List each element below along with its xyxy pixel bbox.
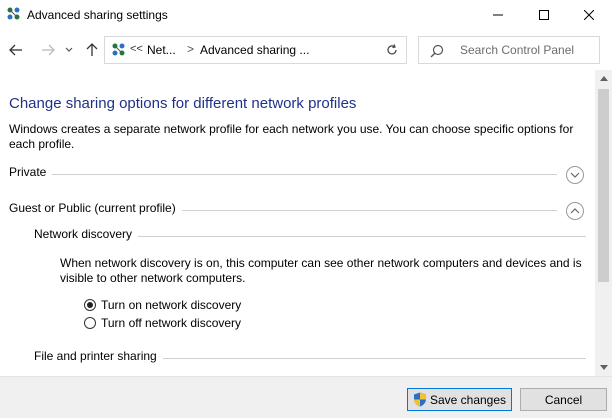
minimize-icon	[493, 14, 503, 16]
turn-off-discovery-option[interactable]: Turn off network discovery	[84, 315, 241, 331]
scroll-up-button[interactable]	[595, 70, 612, 87]
save-changes-button[interactable]: Save changes	[407, 388, 512, 411]
expand-private-button[interactable]	[566, 166, 584, 184]
page-description: Windows creates a separate network profi…	[9, 122, 574, 151]
save-changes-label: Save changes	[429, 392, 507, 407]
turn-on-discovery-radio[interactable]	[84, 299, 96, 311]
cancel-label: Cancel	[544, 392, 583, 407]
minimize-button[interactable]	[475, 0, 521, 30]
close-icon	[584, 10, 594, 20]
network-discovery-heading: Network discovery	[34, 227, 139, 241]
navigation-bar: << Net... > Advanced sharing ... Search …	[0, 30, 612, 70]
turn-off-discovery-label[interactable]: Turn off network discovery	[101, 316, 241, 330]
up-button[interactable]	[82, 40, 102, 60]
maximize-button[interactable]	[521, 0, 567, 30]
search-box[interactable]: Search Control Panel	[418, 36, 600, 64]
breadcrumb-advanced-sharing[interactable]: Advanced sharing ...	[200, 43, 309, 57]
address-bar[interactable]: << Net... > Advanced sharing ...	[104, 36, 464, 64]
arrow-up-icon	[86, 43, 98, 56]
address-overflow-button[interactable]: <<	[130, 43, 143, 55]
scroll-down-button[interactable]	[595, 359, 612, 376]
scroll-down-icon	[599, 365, 608, 370]
network-discovery-header: Network discovery	[34, 227, 586, 247]
arrow-right-icon	[42, 44, 55, 56]
scrollbar-thumb[interactable]	[598, 89, 609, 282]
back-button[interactable]	[6, 40, 26, 60]
page-title: Change sharing options for different net…	[9, 95, 357, 112]
chevron-down-icon	[570, 172, 580, 178]
file-printer-sharing-header: File and printer sharing	[34, 349, 586, 369]
turn-off-discovery-radio[interactable]	[84, 317, 96, 329]
divider	[9, 174, 557, 175]
breadcrumb-network[interactable]: Net...	[147, 43, 176, 57]
vertical-scrollbar[interactable]	[595, 70, 612, 376]
profile-guest-public-header[interactable]: Guest or Public (current profile)	[9, 201, 587, 221]
arrow-left-icon	[9, 44, 22, 56]
maximize-icon	[539, 10, 549, 20]
network-discovery-description: When network discovery is on, this compu…	[60, 256, 582, 285]
network-icon	[6, 7, 22, 21]
title-bar: Advanced sharing settings	[0, 0, 612, 30]
profile-private-header[interactable]: Private	[9, 165, 587, 185]
chevron-up-icon	[570, 208, 580, 214]
search-placeholder: Search Control Panel	[460, 43, 575, 57]
close-button[interactable]	[566, 0, 612, 30]
turn-on-discovery-label[interactable]: Turn on network discovery	[101, 298, 241, 312]
file-printer-sharing-heading: File and printer sharing	[34, 349, 163, 363]
refresh-button[interactable]	[377, 36, 407, 64]
recent-locations-button[interactable]	[62, 40, 76, 60]
forward-button[interactable]	[38, 40, 58, 60]
refresh-icon	[386, 44, 397, 55]
profile-guest-public-label[interactable]: Guest or Public (current profile)	[9, 201, 182, 215]
chevron-down-icon	[65, 47, 73, 52]
collapse-guest-public-button[interactable]	[566, 202, 584, 220]
window-title: Advanced sharing settings	[27, 8, 168, 22]
uac-shield-icon	[413, 392, 427, 407]
scroll-up-icon	[599, 76, 608, 81]
turn-on-discovery-option[interactable]: Turn on network discovery	[84, 297, 241, 313]
settings-content: Change sharing options for different net…	[0, 70, 595, 376]
search-icon	[430, 44, 444, 58]
profile-private-label[interactable]: Private	[9, 165, 53, 179]
network-icon	[111, 43, 127, 57]
dialog-footer: Save changes Cancel	[0, 376, 612, 418]
cancel-button[interactable]: Cancel	[520, 388, 607, 411]
breadcrumb-separator[interactable]: >	[187, 42, 194, 56]
